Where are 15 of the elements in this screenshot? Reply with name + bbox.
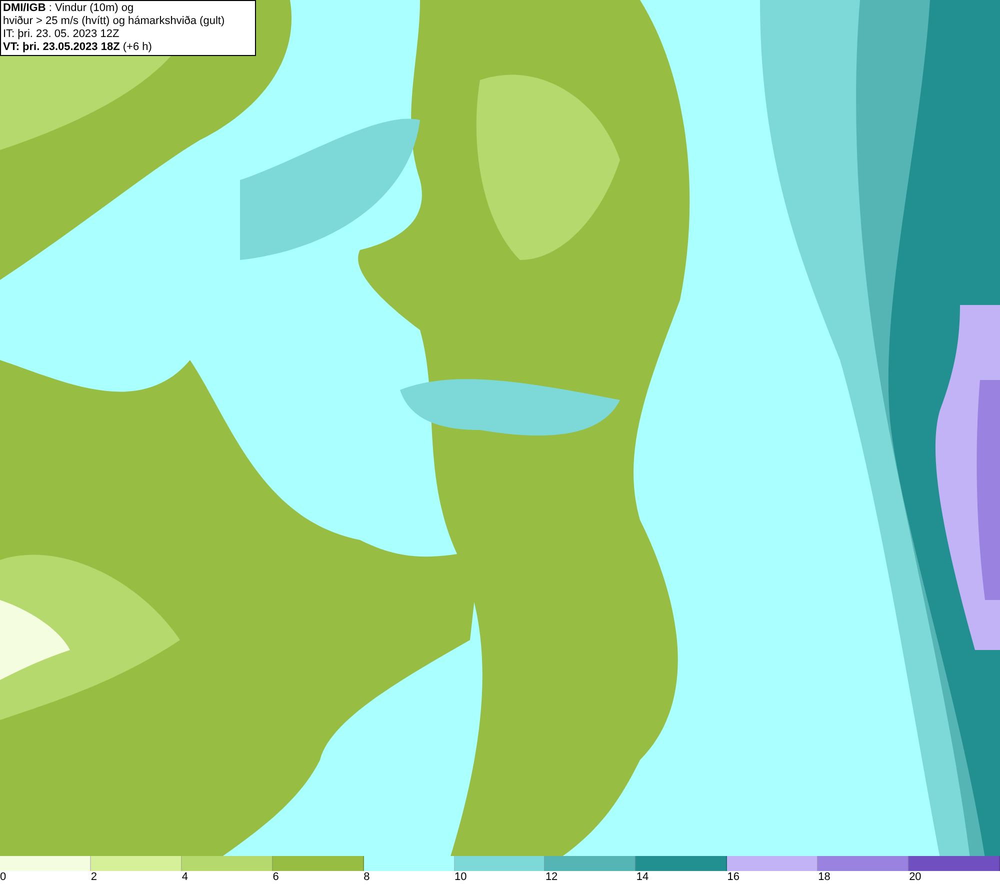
header-text: hviður > 25 m/s (hvítt) og hámarkshviða (gult) — [3, 15, 226, 28]
header-text: DMI/IGB : Vindur (10m) og — [3, 2, 135, 15]
legend-label: 16 — [727, 871, 740, 884]
legend-label: 20 — [909, 871, 922, 884]
header-text: IT: þri. 23. 05. 2023 12Z — [3, 28, 120, 41]
legend-label: 4 — [182, 871, 188, 884]
legend-label: 12 — [545, 871, 558, 884]
legend-label: 0 — [0, 871, 6, 884]
legend-label: 14 — [636, 871, 649, 884]
legend-label: 2 — [90, 871, 98, 884]
header-text: VT: þri. 23.05.2023 18Z (+6 h) — [3, 41, 153, 54]
legend-label: 10 — [454, 871, 467, 884]
legend-label: 18 — [818, 871, 830, 884]
legend-label: 6 — [272, 871, 279, 884]
legend-label: 8 — [364, 871, 370, 884]
